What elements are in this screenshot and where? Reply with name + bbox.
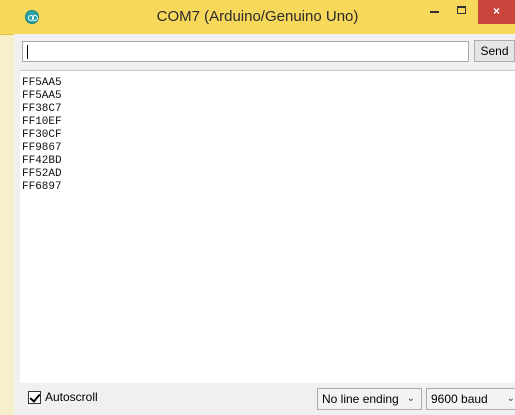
checkmark-icon bbox=[29, 391, 41, 403]
serial-monitor-client: Send FF5AA5 FF5AA5 FF38C7 FF10EF FF30CF … bbox=[14, 34, 515, 415]
autoscroll-checkbox[interactable] bbox=[28, 391, 41, 404]
maximize-icon bbox=[457, 6, 466, 14]
output-line: FF5AA5 bbox=[22, 77, 62, 89]
output-line: FF38C7 bbox=[22, 103, 62, 115]
close-button[interactable]: × bbox=[478, 0, 515, 24]
output-line: FF52AD bbox=[22, 168, 62, 180]
minimize-icon bbox=[430, 11, 439, 13]
send-input[interactable] bbox=[22, 41, 469, 62]
output-line: FF30CF bbox=[22, 129, 62, 141]
bottom-toolbar: Autoscroll No line ending ⌄ 9600 baud ⌄ bbox=[14, 384, 515, 415]
output-line: FF10EF bbox=[22, 116, 62, 128]
baud-rate-value: 9600 baud bbox=[431, 392, 488, 406]
line-ending-select[interactable]: No line ending ⌄ bbox=[317, 388, 422, 410]
output-line: FF5AA5 bbox=[22, 90, 62, 102]
chevron-down-icon: ⌄ bbox=[506, 393, 515, 404]
serial-output[interactable]: FF5AA5 FF5AA5 FF38C7 FF10EF FF30CF FF986… bbox=[20, 70, 515, 383]
text-caret bbox=[27, 45, 28, 59]
chevron-down-icon: ⌄ bbox=[406, 393, 415, 404]
output-line: FF42BD bbox=[22, 155, 62, 167]
autoscroll-label: Autoscroll bbox=[45, 390, 98, 404]
title-bar[interactable]: COM7 (Arduino/Genuino Uno) × bbox=[0, 0, 515, 35]
line-ending-value: No line ending bbox=[322, 392, 399, 406]
maximize-button[interactable] bbox=[448, 0, 476, 24]
baud-rate-select[interactable]: 9600 baud ⌄ bbox=[426, 388, 515, 410]
output-line: FF9867 bbox=[22, 142, 62, 154]
output-line: FF6897 bbox=[22, 181, 62, 193]
serial-monitor-window: COM7 (Arduino/Genuino Uno) × Send FF5AA5… bbox=[0, 0, 515, 415]
send-button[interactable]: Send bbox=[474, 40, 515, 62]
minimize-button[interactable] bbox=[420, 0, 448, 24]
